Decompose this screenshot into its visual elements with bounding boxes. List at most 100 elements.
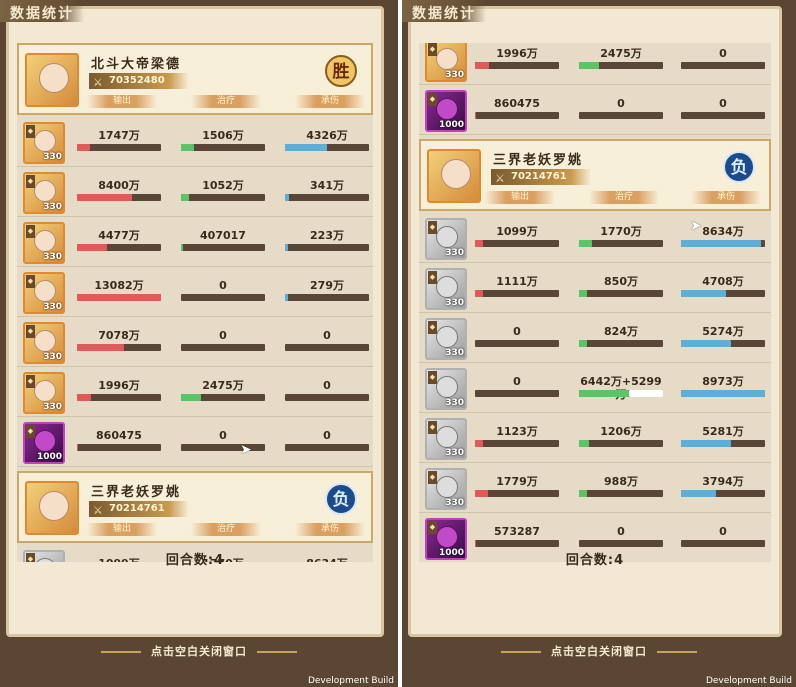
hero-avatar[interactable]: ◆ 330 — [23, 322, 65, 364]
hero-portrait — [34, 180, 56, 202]
hero-stat-row[interactable]: ◆ 330 4477万 407017 223万 — [17, 219, 373, 267]
hero-stat-row[interactable]: ◆ 330 1779万 988万 3794万 — [419, 465, 771, 513]
output-stat-bar — [475, 440, 559, 447]
output-stat-value: 4477万 — [98, 229, 140, 242]
damage-taken-stat-bar — [681, 290, 765, 297]
hero-avatar[interactable]: ◆ 1000 — [23, 422, 65, 464]
damage-taken-stat-bar — [681, 62, 765, 69]
damage-taken-stat-bar-fill — [285, 144, 327, 151]
crossed-swords-icon: ⚔ — [93, 76, 103, 89]
team-leader-avatar[interactable] — [25, 481, 79, 535]
output-stat-bar-fill — [77, 144, 91, 151]
team-summary-loser[interactable]: 三界老妖罗姚 ⚔ 70214761 输出 治疗 承伤 负 — [17, 471, 373, 543]
output-stat: 1123万 — [475, 425, 559, 447]
hero-stat-row[interactable]: ◆ 330 1996万 2475万 0 — [419, 43, 771, 85]
hero-avatar[interactable]: ◆ 330 — [425, 268, 467, 310]
output-stat: 860475 — [77, 429, 161, 451]
heal-stat: 850万 — [579, 275, 663, 297]
hero-stat-row[interactable]: ◆ 330 7078万 0 0 — [17, 319, 373, 367]
output-stat-bar — [77, 144, 161, 151]
damage-taken-stat-bar — [285, 344, 369, 351]
hero-portrait — [34, 430, 56, 452]
ornament-right — [257, 651, 297, 653]
output-stat-value: 573287 — [494, 525, 540, 538]
hero-avatar[interactable]: ◆ 330 — [23, 122, 65, 164]
output-stat-bar-fill — [77, 294, 161, 301]
hero-avatar[interactable]: ◆ 330 — [23, 272, 65, 314]
hero-level: 330 — [43, 302, 62, 312]
output-stat-bar-fill — [475, 540, 476, 547]
output-stat-bar-fill — [475, 440, 484, 447]
output-stat-value: 1996万 — [98, 379, 140, 392]
heal-stat-bar — [181, 344, 265, 351]
hero-stat-row[interactable]: ◆ 1000 860475 0 0 — [419, 87, 771, 135]
output-stat-bar-fill — [77, 444, 78, 451]
hero-portrait — [436, 476, 458, 498]
heal-stat-bar-fill — [181, 194, 190, 201]
heal-stat-value: 0 — [617, 525, 625, 538]
column-label-heal: 治疗 — [589, 191, 659, 204]
hero-stat-row[interactable]: ◆ 330 0 824万 5274万 — [419, 315, 771, 363]
hero-level: 330 — [43, 152, 62, 162]
damage-taken-stat-value: 223万 — [310, 229, 344, 242]
hero-stat-row[interactable]: ◆ 330 1123万 1206万 5281万 — [419, 415, 771, 463]
team-summary-loser[interactable]: 三界老妖罗姚 ⚔ 70214761 输出 治疗 承伤 负 — [419, 139, 771, 211]
output-stat-bar — [475, 340, 559, 347]
team-summary-winner[interactable]: 北斗大帝梁德 ⚔ 70352480 输出 治疗 承伤 胜 — [17, 43, 373, 115]
hero-stat-row[interactable]: ◆ 330 13082万 0 279万 — [17, 269, 373, 317]
hero-avatar[interactable]: ◆ 330 — [425, 318, 467, 360]
hero-avatar[interactable]: ◆ 330 — [425, 468, 467, 510]
hero-level: 1000 — [438, 120, 464, 130]
team-leader-avatar[interactable] — [427, 149, 481, 203]
output-stat: 1996万 — [475, 47, 559, 69]
stats-list[interactable]: 北斗大帝梁德 ⚔ 70352480 输出 治疗 承伤胜 ◆ 330 1747万 1506万 4326… — [17, 43, 373, 562]
output-stat: 4477万 — [77, 229, 161, 251]
hero-stat-row[interactable]: ◆ 330 8400万 1052万 341万 — [17, 169, 373, 217]
damage-taken-stat: 0 — [285, 429, 369, 451]
hero-stat-row[interactable]: ◆ 1000 860475 0 0 — [17, 419, 373, 467]
hero-avatar[interactable]: ◆ 330 — [425, 218, 467, 260]
heal-stat: 1506万 — [181, 129, 265, 151]
hero-stat-row[interactable]: ◆ 330 0 6442万+5299万 8973万 — [419, 365, 771, 413]
output-stat-bar-fill — [475, 490, 489, 497]
output-stat-bar — [77, 244, 161, 251]
stats-list[interactable]: ◆ 330 1996万 2475万 0 ◆ 1000 860475 0 0 三界老妖罗姚 ⚔ 70214… — [419, 43, 771, 562]
damage-taken-stat-bar-fill — [681, 290, 726, 297]
damage-taken-stat-value: 341万 — [310, 179, 344, 192]
hero-avatar[interactable]: ◆ 330 — [425, 418, 467, 460]
hero-avatar[interactable]: ◆ 330 — [425, 368, 467, 410]
close-tip[interactable]: 点击空白关闭窗口 — [0, 643, 398, 659]
close-tip[interactable]: 点击空白关闭窗口 — [402, 643, 796, 659]
hero-avatar[interactable]: ◆ 330 — [23, 172, 65, 214]
heal-stat-bar-fill — [579, 290, 587, 297]
heal-stat-bar — [181, 244, 265, 251]
team-leader-avatar[interactable] — [25, 53, 79, 107]
damage-taken-stat-bar — [681, 340, 765, 347]
hero-level: 330 — [445, 298, 464, 308]
output-stat-bar — [475, 112, 559, 119]
hero-avatar[interactable]: ◆ 330 — [425, 43, 467, 82]
rarity-badge-icon: ◆ — [26, 175, 35, 188]
stats-paper: ◆ 330 1996万 2475万 0 ◆ 1000 860475 0 0 三界老妖罗姚 ⚔ 70214… — [408, 6, 782, 637]
team-name: 三界老妖罗姚 — [493, 153, 584, 168]
damage-taken-stat-value: 4708万 — [702, 275, 744, 288]
heal-stat-value: 0 — [219, 429, 227, 442]
damage-taken-stat-bar — [285, 244, 369, 251]
output-stat-value: 860475 — [96, 429, 142, 442]
column-label-output: 输出 — [87, 523, 157, 536]
hero-avatar[interactable]: ◆ 330 — [23, 222, 65, 264]
hero-avatar[interactable]: ◆ 330 — [23, 372, 65, 414]
output-stat-bar-fill — [77, 344, 125, 351]
hero-stat-row[interactable]: ◆ 330 1996万 2475万 0 — [17, 369, 373, 417]
hero-level: 330 — [445, 498, 464, 508]
hero-level: 330 — [445, 248, 464, 258]
damage-taken-stat-value: 3794万 — [702, 475, 744, 488]
heal-stat-bar — [181, 444, 265, 451]
heal-stat-value: 824万 — [604, 325, 638, 338]
hero-stat-row[interactable]: ◆3301099万1770万8634万 — [419, 215, 771, 263]
hero-stat-row[interactable]: ◆ 330 1747万 1506万 4326万 — [17, 119, 373, 167]
damage-taken-stat-value: 0 — [719, 47, 727, 60]
hero-stat-row[interactable]: ◆ 330 1111万 850万 4708万 — [419, 265, 771, 313]
output-stat: 1747万 — [77, 129, 161, 151]
hero-avatar[interactable]: ◆ 1000 — [425, 90, 467, 132]
